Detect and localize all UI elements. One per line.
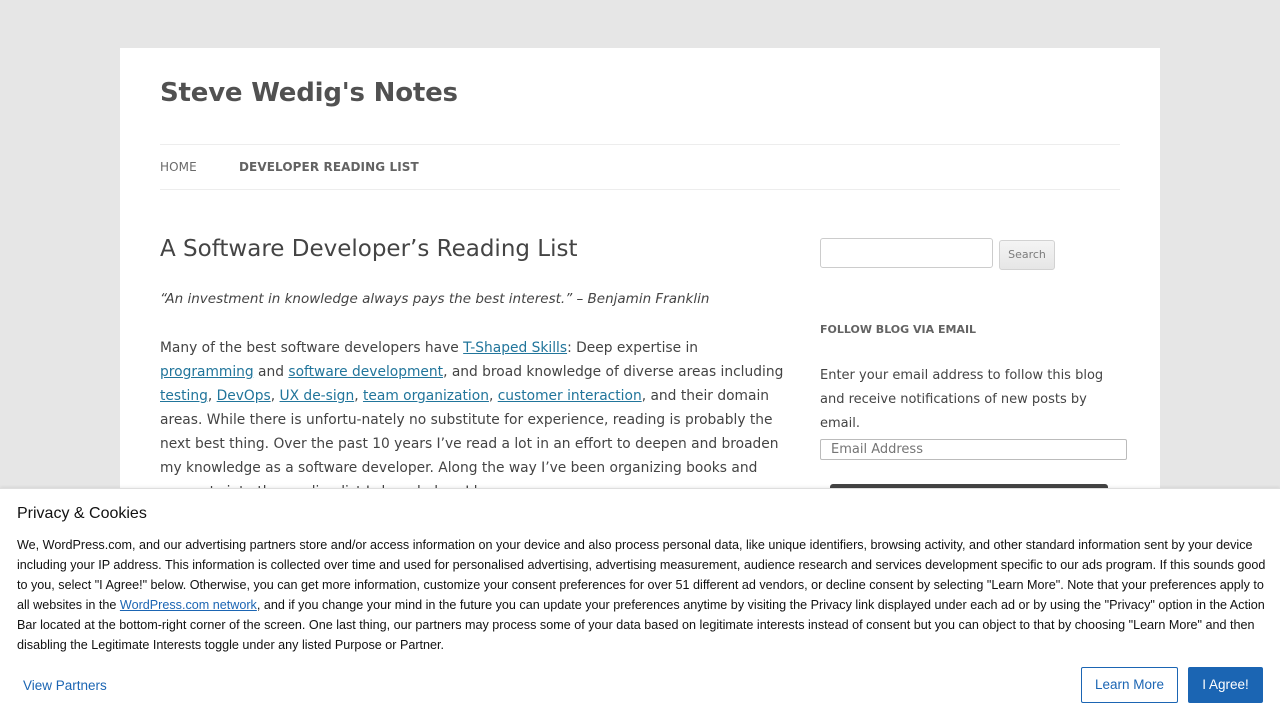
- email-field[interactable]: Email Address: [820, 439, 1127, 460]
- nav-item-home[interactable]: Home: [160, 160, 197, 174]
- nav-item-developer-reading-list[interactable]: Developer Reading List: [239, 160, 419, 174]
- text: , and their domain areas. While there is…: [160, 388, 779, 500]
- search-input[interactable]: [820, 238, 993, 268]
- view-partners-link[interactable]: View Partners: [23, 678, 107, 693]
- post-paragraph: Many of the best software developers hav…: [160, 336, 790, 504]
- search-button[interactable]: Search: [999, 240, 1055, 270]
- text: , and broad knowledge of diverse areas i…: [443, 364, 784, 380]
- privacy-consent-banner: Privacy & Cookies We, WordPress.com, and…: [0, 488, 1280, 721]
- link-testing[interactable]: testing: [160, 388, 208, 404]
- consent-text: We, WordPress.com, and our advertising p…: [17, 535, 1267, 655]
- post-quote: “An investment in knowledge always pays …: [160, 291, 710, 307]
- text: Many of the best software developers hav…: [160, 340, 464, 356]
- site-title[interactable]: Steve Wedig's Notes: [160, 78, 458, 108]
- follow-widget-description: Enter your email address to follow this …: [820, 368, 1104, 431]
- link-ux-design[interactable]: UX de-sign: [280, 388, 355, 404]
- link-customer-interaction[interactable]: customer interaction: [498, 388, 642, 404]
- link-t-shaped-skills[interactable]: T-Shaped Skills: [463, 340, 567, 356]
- wordpress-network-link[interactable]: WordPress.com network: [120, 598, 257, 612]
- link-team-organization[interactable]: team organization: [363, 388, 489, 404]
- text: : Deep expertise in: [567, 340, 699, 356]
- link-software-development[interactable]: software development: [288, 364, 443, 380]
- follow-widget-title: Follow Blog via Email: [820, 323, 977, 336]
- separator: ,: [354, 388, 363, 404]
- link-programming[interactable]: programming: [160, 364, 254, 380]
- separator: ,: [270, 388, 280, 404]
- link-devops[interactable]: DevOps: [217, 388, 271, 404]
- main-navigation: Home Developer Reading List: [160, 144, 1120, 190]
- agree-button[interactable]: I Agree!: [1188, 667, 1263, 703]
- text: and: [253, 364, 289, 380]
- separator: ,: [488, 388, 498, 404]
- consent-title: Privacy & Cookies: [17, 505, 147, 522]
- post-title: A Software Developer’s Reading List: [160, 236, 578, 262]
- learn-more-button[interactable]: Learn More: [1081, 667, 1178, 703]
- separator: ,: [207, 388, 217, 404]
